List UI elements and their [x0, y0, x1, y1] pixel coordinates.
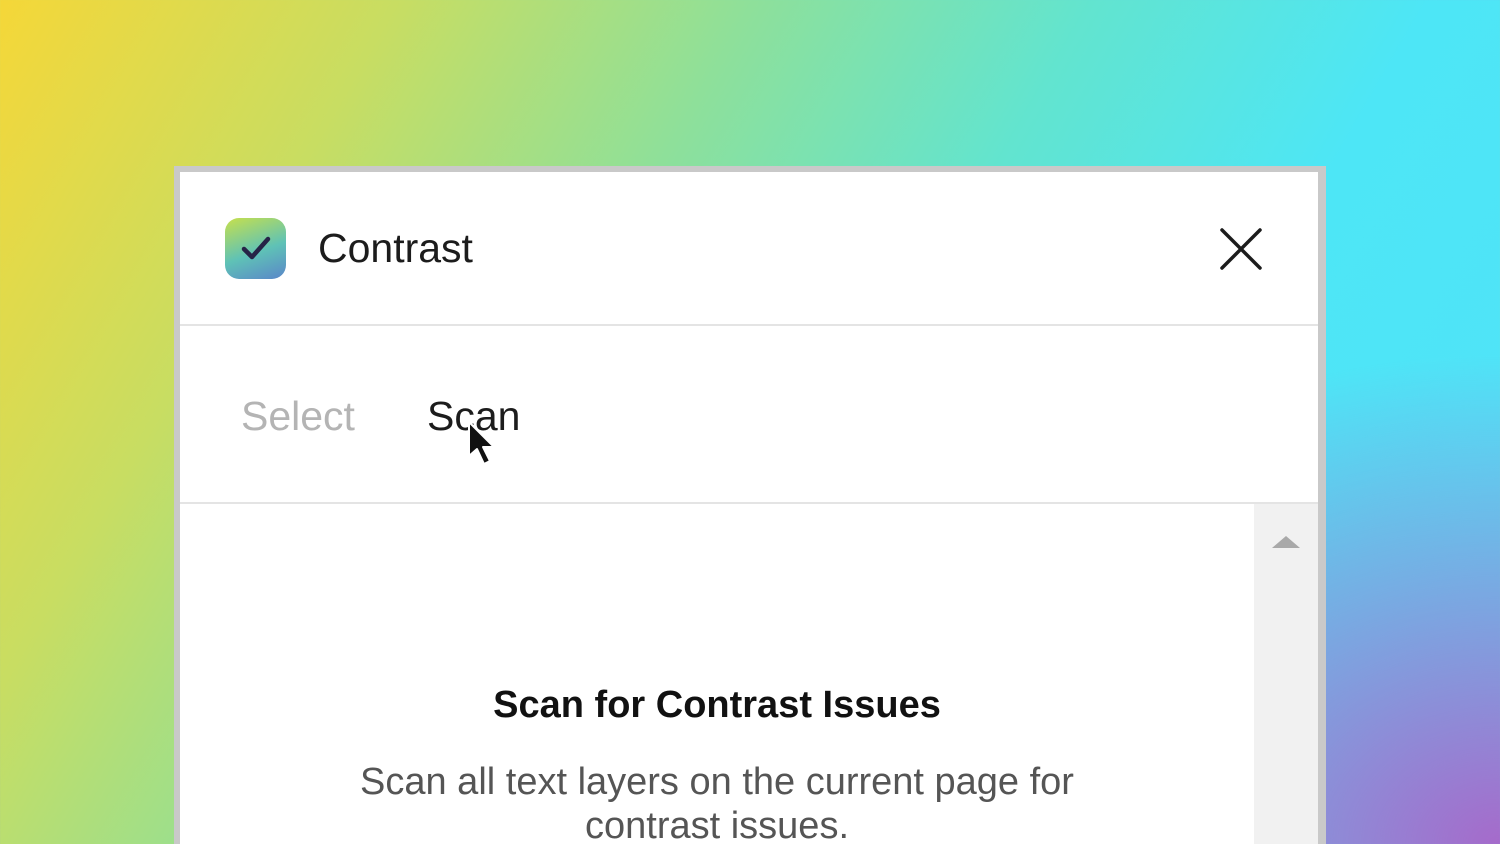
close-icon [1220, 228, 1262, 270]
tab-bar: Select Scan [180, 326, 1318, 504]
plugin-header: Contrast [180, 172, 1318, 326]
triangle-up-icon [1272, 536, 1300, 548]
content-title: Scan for Contrast Issues [493, 684, 941, 726]
checkmark-icon [225, 218, 286, 279]
plugin-window: Contrast Select Scan Scan for Contrast I… [174, 166, 1326, 844]
scrollbar[interactable] [1254, 504, 1318, 844]
tab-scan[interactable]: Scan [427, 392, 520, 440]
content-description: Scan all text layers on the current page… [360, 761, 1074, 844]
app-title: Contrast [318, 225, 473, 271]
scroll-up-button[interactable] [1270, 534, 1302, 550]
tab-select[interactable]: Select [241, 392, 355, 440]
scan-content: Scan for Contrast Issues Scan all text l… [180, 504, 1254, 844]
close-button[interactable] [1216, 224, 1266, 274]
plugin-panel: Contrast Select Scan Scan for Contrast I… [180, 172, 1318, 844]
